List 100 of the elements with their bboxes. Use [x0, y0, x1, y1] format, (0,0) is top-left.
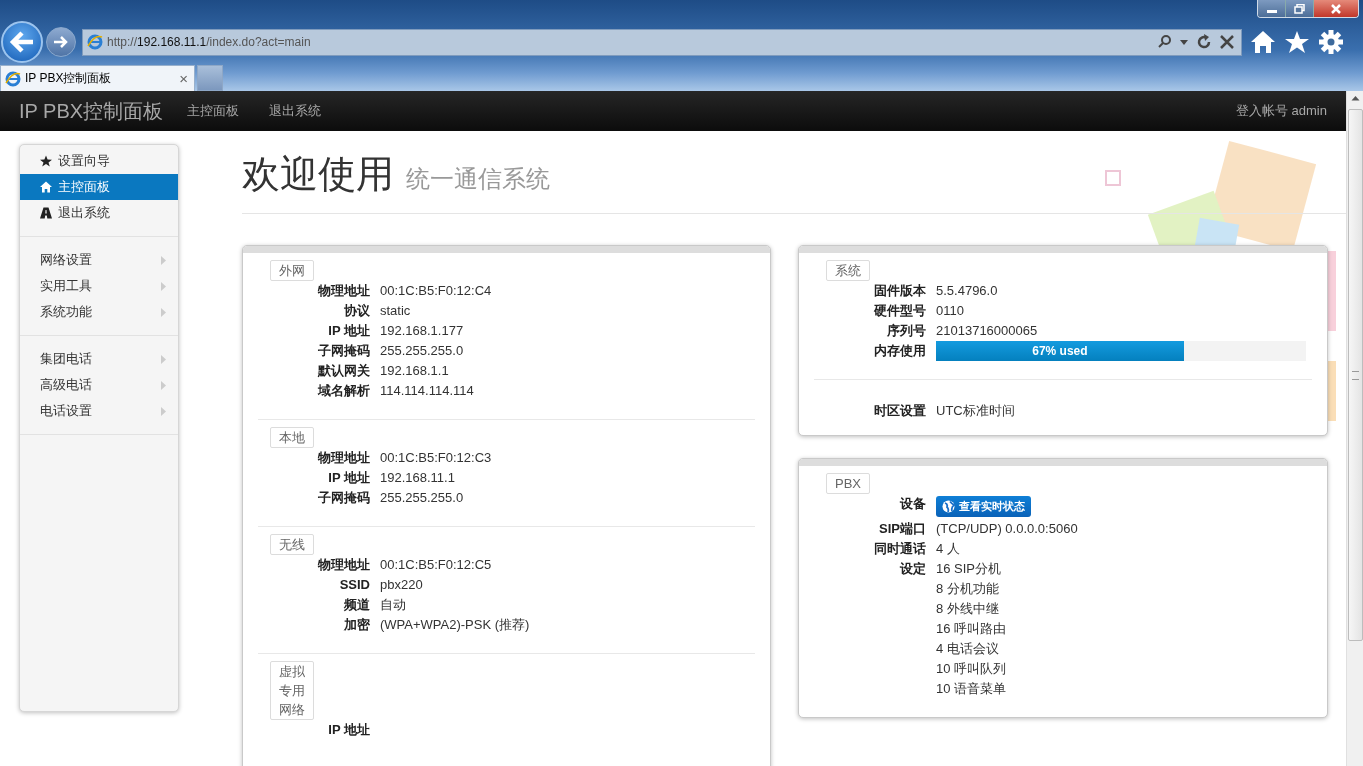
field-value: 4 电话会议	[936, 640, 1000, 658]
field-value: 16 呼叫路由	[936, 620, 1008, 638]
field-value: 192.168.1.1	[380, 363, 449, 378]
home-icon	[40, 181, 52, 193]
field-label: 子网掩码	[317, 342, 371, 360]
minimize-button[interactable]	[1258, 0, 1286, 17]
section-legend: 无线	[270, 534, 314, 555]
right-arrow-icon	[53, 35, 69, 49]
nav-link[interactable]: 主控面板	[187, 102, 240, 120]
sidebar-item[interactable]: 电话设置	[20, 398, 178, 424]
sidebar-item[interactable]: 系统功能	[20, 299, 178, 325]
sidebar-item[interactable]: 退出系统	[20, 200, 178, 226]
browser-tab[interactable]: IP PBX控制面板 ×	[0, 65, 195, 91]
field-value: 00:1C:B5:F0:12:C3	[380, 450, 492, 465]
tab-title: IP PBX控制面板	[25, 70, 113, 87]
field-value: 00:1C:B5:F0:12:C4	[380, 283, 492, 298]
field-value: 8 分机功能	[936, 580, 1000, 598]
field-value: 4 人	[936, 541, 960, 556]
field-value: 255.255.255.0	[380, 490, 464, 505]
field-label: 内存使用	[873, 342, 927, 360]
sidebar-item[interactable]: 网络设置	[20, 247, 178, 273]
heading-subtitle: 统一通信系统	[406, 164, 550, 194]
field-label: 时区设置	[873, 402, 927, 420]
forward-button[interactable]	[46, 27, 76, 57]
field-value: 5.5.4796.0	[936, 283, 998, 298]
star-icon	[40, 155, 52, 167]
field-label: 域名解析	[316, 382, 371, 400]
globe-icon	[942, 500, 955, 513]
field-value: 114.114.114.114	[380, 383, 474, 398]
field-value: 8 外线中继	[936, 600, 1000, 618]
browser-logo-icon	[5, 70, 21, 87]
minimize-icon	[1266, 10, 1277, 13]
field-value: static	[380, 303, 411, 318]
nav-link[interactable]: 退出系统	[269, 102, 322, 120]
back-button[interactable]	[1, 21, 43, 63]
section-legend: 系统	[826, 260, 870, 281]
field-label: 同时通话	[873, 540, 927, 558]
section-legend: 虚拟专用网络	[270, 661, 314, 720]
refresh-icon[interactable]	[1195, 33, 1213, 51]
field-value: pbx220	[380, 577, 423, 592]
close-icon	[1329, 3, 1343, 14]
sidebar-item[interactable]: 设置向导	[20, 148, 178, 174]
field-label: 默认网关	[316, 362, 371, 380]
left-arrow-icon	[9, 31, 35, 53]
field-label: 物理地址	[317, 282, 371, 300]
field-value: 192.168.1.177	[380, 323, 464, 338]
field-value: 192.168.11.1	[380, 470, 455, 485]
scrollbar[interactable]	[1346, 91, 1363, 766]
url-text: http://192.168.11.1/index.do?act=main	[107, 35, 312, 49]
tab-close-button[interactable]: ×	[179, 70, 188, 87]
field-value: 10 呼叫队列	[936, 660, 1008, 678]
field-label: 硬件型号	[873, 302, 927, 320]
field-label: IP 地址	[327, 322, 371, 340]
search-icon[interactable]	[1157, 34, 1173, 50]
field-label: IP 地址	[327, 469, 371, 487]
section-legend: 外网	[270, 260, 314, 281]
field-label: 设备	[899, 495, 927, 513]
field-label: 子网掩码	[317, 489, 371, 507]
field-value: UTC标准时间	[936, 403, 1015, 418]
road-icon	[40, 207, 52, 219]
field-value: 21013716000065	[936, 323, 1038, 338]
view-status-button[interactable]: 查看实时状态	[936, 496, 1031, 517]
field-label: 序列号	[886, 322, 927, 340]
heading-title: 欢迎使用	[242, 152, 394, 197]
field-value: 00:1C:B5:F0:12:C5	[380, 557, 492, 572]
field-label: 频道	[343, 596, 371, 614]
field-label: 物理地址	[317, 449, 371, 467]
field-value: 0110	[936, 303, 964, 318]
sidebar-item[interactable]: 主控面板	[20, 174, 178, 200]
restore-button[interactable]	[1286, 0, 1314, 17]
field-label: 固件版本	[873, 282, 927, 300]
brand-title[interactable]: IP PBX控制面板	[19, 97, 164, 125]
address-bar[interactable]: http://192.168.11.1/index.do?act=main	[82, 28, 1242, 56]
field-label: 物理地址	[317, 556, 371, 574]
section-legend: 本地	[270, 427, 314, 448]
scroll-up-icon[interactable]	[1350, 95, 1360, 101]
progress-reading: 67% used	[1032, 343, 1088, 360]
stop-icon[interactable]	[1219, 34, 1235, 50]
field-value: 自动	[380, 597, 406, 612]
section-legend: PBX	[826, 473, 870, 494]
field-value: (WPA+WPA2)-PSK (推荐)	[380, 617, 530, 632]
field-value: (TCP/UDP) 0.0.0.0:5060	[936, 521, 1078, 536]
field-label: SSID	[338, 576, 371, 594]
sidebar-item[interactable]: 实用工具	[20, 273, 178, 299]
star-icon[interactable]	[1284, 30, 1310, 54]
restore-icon	[1293, 3, 1306, 14]
account-label: 登入帐号 admin	[1235, 102, 1327, 120]
field-value: 10 语音菜单	[936, 680, 1008, 698]
home-icon[interactable]	[1250, 30, 1276, 54]
field-value: 255.255.255.0	[380, 343, 464, 358]
field-label: IP 地址	[327, 721, 371, 739]
field-value: 16 SIP分机	[936, 560, 1003, 578]
browser-logo-icon	[87, 34, 103, 50]
field-label: 设定	[899, 560, 927, 578]
close-button[interactable]	[1314, 0, 1358, 17]
field-label: 加密	[343, 616, 371, 634]
sidebar-item[interactable]: 高级电话	[20, 372, 178, 398]
field-label: SIP端口	[878, 520, 927, 538]
field-label: 协议	[343, 302, 371, 320]
sidebar-item[interactable]: 集团电话	[20, 346, 178, 372]
